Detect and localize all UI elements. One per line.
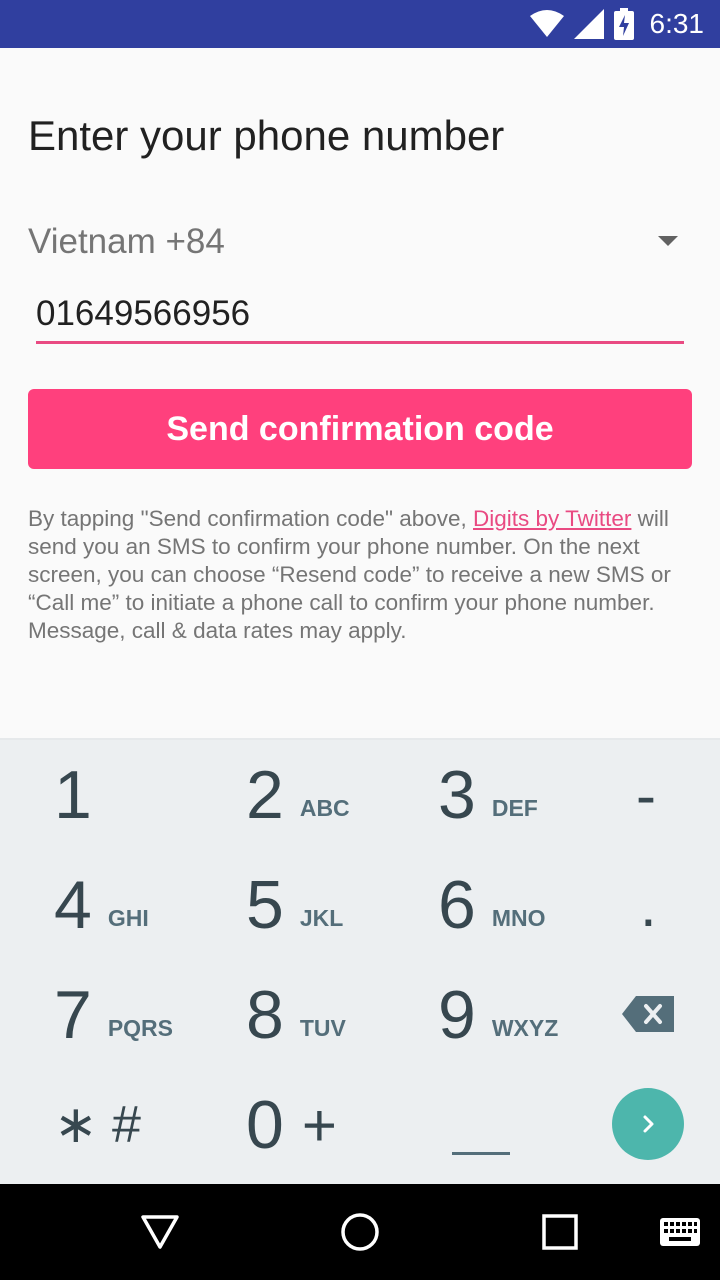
next-icon[interactable]: [612, 1088, 684, 1160]
key-letters: PQRS: [107, 1014, 174, 1041]
key-digit: 7: [54, 977, 92, 1053]
key-star-hash-label: ∗ #: [54, 1096, 141, 1154]
key-0[interactable]: 0 +: [246, 1070, 337, 1180]
key-letters: TUV: [299, 1014, 346, 1041]
key-9[interactable]: 9 WXYZ: [438, 960, 558, 1070]
key-1[interactable]: 1: [54, 740, 92, 850]
key-6[interactable]: 6 MNO: [438, 850, 546, 960]
signal-icon: [573, 9, 604, 39]
key-dot[interactable]: .: [640, 850, 657, 960]
dropdown-arrow-icon: [658, 236, 678, 246]
status-bar: 6:31: [0, 0, 720, 48]
key-3[interactable]: 3 DEF: [438, 740, 538, 850]
battery-charging-icon: [613, 8, 634, 40]
key-dash[interactable]: -: [636, 740, 656, 850]
key-letters: GHI: [107, 904, 149, 931]
key-8[interactable]: 8 TUV: [246, 960, 346, 1070]
numeric-keypad: 1 2 ABC 3 DEF - 4 GHI 5 JKL 6 MNO . 7 PQ…: [0, 738, 720, 1184]
key-digit: 2: [246, 757, 284, 833]
home-icon[interactable]: [312, 1184, 408, 1280]
key-letters: MNO: [491, 904, 546, 931]
key-dot-label: .: [640, 871, 657, 939]
key-digit: 9: [438, 977, 476, 1053]
back-icon[interactable]: [112, 1184, 208, 1280]
disclaimer-prefix: By tapping "Send confirmation code" abov…: [28, 506, 474, 531]
space-icon[interactable]: [452, 1152, 510, 1155]
digits-by-twitter-link[interactable]: Digits by Twitter: [473, 506, 631, 531]
key-5[interactable]: 5 JKL: [246, 850, 343, 960]
key-digit: 6: [438, 867, 476, 943]
recents-icon[interactable]: [512, 1184, 608, 1280]
key-2[interactable]: 2 ABC: [246, 740, 350, 850]
page-title: Enter your phone number: [28, 112, 505, 159]
key-digit: 0: [246, 1087, 284, 1163]
wifi-icon: [529, 10, 564, 37]
key-digit: 8: [246, 977, 284, 1053]
chevron-right-icon: [643, 1115, 654, 1133]
backspace-icon[interactable]: [622, 996, 674, 1032]
key-letters: ABC: [299, 794, 350, 821]
key-dash-label: -: [636, 761, 656, 829]
key-7[interactable]: 7 PQRS: [54, 960, 173, 1070]
keyboard-icon[interactable]: [632, 1184, 720, 1280]
key-digit: 1: [54, 757, 92, 833]
key-4[interactable]: 4 GHI: [54, 850, 149, 960]
phone-number-input[interactable]: [36, 286, 684, 344]
key-letters: JKL: [299, 904, 344, 931]
key-digit: 3: [438, 757, 476, 833]
disclaimer-text: By tapping "Send confirmation code" abov…: [28, 505, 698, 645]
key-letters: DEF: [491, 794, 538, 821]
country-label: Vietnam +84: [28, 222, 225, 261]
key-plus: +: [301, 1091, 337, 1159]
key-digit: 5: [246, 867, 284, 943]
status-time: 6:31: [649, 8, 705, 39]
key-digit: 4: [54, 867, 92, 943]
navigation-bar: [0, 1184, 720, 1280]
country-selector[interactable]: Vietnam +84: [28, 214, 692, 270]
key-letters: WXYZ: [491, 1014, 559, 1041]
send-confirmation-code-button[interactable]: Send confirmation code: [28, 389, 692, 469]
key-star-hash[interactable]: ∗ #: [54, 1070, 141, 1180]
